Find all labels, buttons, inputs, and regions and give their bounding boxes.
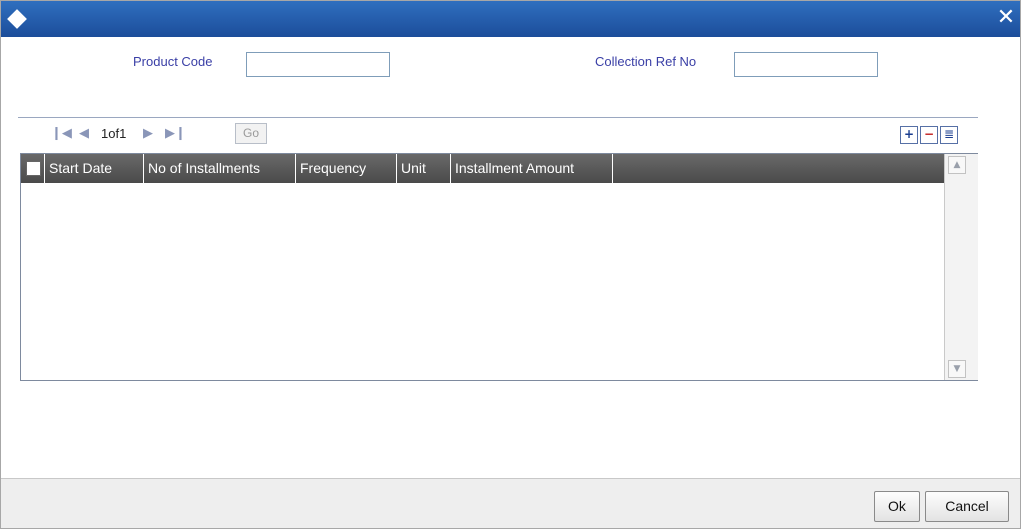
scroll-up-icon[interactable]: ▲ [948, 156, 966, 174]
installments-grid: Start Date No of Installments Frequency … [20, 153, 978, 381]
dialog-window: ✕ Product Code Collection Ref No ❙◀ ◀ 1o… [0, 0, 1021, 529]
close-icon[interactable]: ✕ [994, 5, 1018, 31]
collection-ref-label: Collection Ref No [595, 54, 697, 69]
view-list-icon[interactable]: ≣ [940, 126, 958, 144]
vertical-scrollbar[interactable]: ▲ ▼ [944, 154, 978, 380]
next-page-icon[interactable]: ▶ [143, 126, 153, 142]
grid-header: Start Date No of Installments Frequency … [21, 154, 944, 183]
select-all-cell [21, 154, 45, 183]
page-indicator: 1of1 [101, 126, 127, 141]
select-all-checkbox[interactable] [26, 161, 41, 176]
ok-button[interactable]: Ok [874, 491, 920, 522]
diamond-icon [7, 9, 27, 29]
cancel-button[interactable]: Cancel [925, 491, 1009, 522]
go-button[interactable]: Go [235, 123, 267, 144]
product-code-field[interactable] [246, 52, 390, 77]
footer: Ok Cancel [1, 479, 1020, 528]
collection-ref-field[interactable] [734, 52, 878, 77]
first-page-icon[interactable]: ❙◀ [51, 126, 72, 142]
grid-divider [18, 117, 978, 118]
last-page-icon[interactable]: ▶❙ [165, 126, 186, 142]
col-no-of-installments[interactable]: No of Installments [144, 154, 296, 183]
product-code-label: Product Code [133, 54, 213, 69]
title-bar: ✕ [1, 1, 1020, 37]
col-unit[interactable]: Unit [397, 154, 451, 183]
col-frequency[interactable]: Frequency [296, 154, 397, 183]
add-row-icon[interactable]: + [900, 126, 918, 144]
remove-row-icon[interactable]: − [920, 126, 938, 144]
scroll-down-icon[interactable]: ▼ [948, 360, 966, 378]
prev-page-icon[interactable]: ◀ [79, 126, 89, 142]
col-installment-amount[interactable]: Installment Amount [451, 154, 613, 183]
col-start-date[interactable]: Start Date [45, 154, 144, 183]
